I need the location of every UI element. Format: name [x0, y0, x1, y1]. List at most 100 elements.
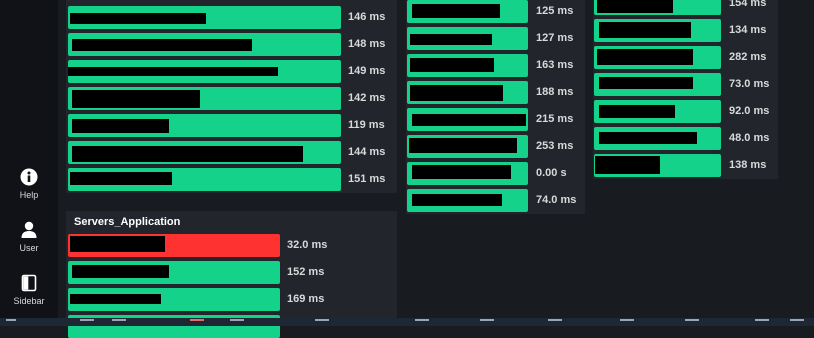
status-row[interactable]: 149 ms	[66, 60, 397, 83]
redacted-name	[410, 58, 494, 72]
taskbar-app-icon[interactable]	[80, 319, 94, 328]
os-taskbar	[0, 318, 814, 326]
status-row[interactable]: 148 ms	[66, 33, 397, 56]
status-row[interactable]: 92.0 ms	[593, 100, 778, 123]
status-row[interactable]: 74.0 ms	[406, 189, 585, 212]
latency-value: 151 ms	[348, 173, 386, 185]
redacted-name	[72, 119, 169, 133]
redacted-name	[410, 34, 492, 45]
taskbar-app-icon[interactable]	[685, 319, 699, 328]
latency-value: 32.0 ms	[287, 239, 328, 251]
latency-value: 142 ms	[348, 92, 386, 104]
panel-title: Servers_Application	[74, 216, 181, 228]
left-sidebar: Help User Sidebar	[0, 0, 58, 318]
servers-application-panel: Servers_Application 32.0 ms 152 ms 169 m…	[66, 211, 397, 338]
redacted-name	[72, 90, 200, 108]
redacted-name	[70, 294, 161, 304]
latency-value: 149 ms	[348, 65, 386, 77]
taskbar-app-icon[interactable]	[755, 319, 769, 328]
status-row[interactable]: 163 ms	[406, 54, 585, 77]
redacted-name	[72, 39, 252, 51]
latency-value: 282 ms	[729, 51, 767, 63]
status-row[interactable]: 144 ms	[66, 141, 397, 164]
taskbar-app-icon[interactable]	[415, 319, 429, 328]
latency-value: 92.0 ms	[729, 105, 770, 117]
status-row[interactable]: 119 ms	[66, 114, 397, 137]
status-row[interactable]: 152 ms	[66, 261, 397, 284]
redacted-name	[412, 165, 511, 179]
status-row[interactable]: 142 ms	[66, 87, 397, 110]
latency-value: 73.0 ms	[729, 78, 770, 90]
redacted-name	[599, 22, 691, 38]
latency-value: 215 ms	[536, 113, 574, 125]
status-row[interactable]: 138 ms	[593, 154, 778, 177]
latency-value: 144 ms	[348, 146, 386, 158]
latency-value: 152 ms	[287, 266, 325, 278]
redacted-name	[595, 156, 660, 174]
latency-value: 119 ms	[348, 119, 385, 131]
latency-value: 148 ms	[348, 38, 386, 50]
latency-value: 154 ms	[729, 0, 767, 9]
info-icon	[20, 168, 38, 186]
latency-value: 138 ms	[729, 159, 767, 171]
taskbar-app-icon[interactable]	[790, 319, 804, 328]
taskbar-app-icon[interactable]	[548, 319, 562, 328]
help-nav-item[interactable]: Help	[0, 168, 58, 200]
latency-value: 253 ms	[536, 140, 574, 152]
status-panel-col1: 146 ms 148 ms 149 ms 142 ms 119 ms 144 m…	[66, 0, 397, 193]
status-row[interactable]: 154 ms	[593, 0, 778, 15]
status-row[interactable]: 188 ms	[406, 81, 585, 104]
redacted-name	[70, 236, 165, 252]
latency-value: 134 ms	[729, 24, 767, 36]
latency-value: 48.0 ms	[729, 132, 770, 144]
status-panel-col3: 154 ms 134 ms 282 ms 73.0 ms 92.0 ms 48.…	[593, 0, 778, 179]
taskbar-app-icon[interactable]	[112, 319, 126, 328]
status-row[interactable]: 169 ms	[66, 288, 397, 311]
user-nav-item[interactable]: User	[0, 221, 58, 253]
latency-value: 74.0 ms	[536, 194, 577, 206]
latency-value: 0.00 s	[536, 167, 567, 179]
redacted-name	[599, 77, 693, 89]
taskbar-app-icon[interactable]	[480, 319, 494, 328]
taskbar-app-icon[interactable]	[230, 319, 244, 328]
latency-value: 146 ms	[348, 11, 386, 23]
status-row[interactable]: 32.0 ms	[66, 234, 397, 257]
taskbar-app-icon[interactable]	[315, 319, 329, 328]
windows-start-icon[interactable]	[6, 319, 16, 328]
redacted-name	[70, 172, 172, 185]
status-row[interactable]: 127 ms	[406, 27, 585, 50]
status-row[interactable]: 125 ms	[406, 0, 585, 23]
status-panel-col2: 125 ms 127 ms 163 ms 188 ms 215 ms 253 m…	[406, 0, 585, 214]
redacted-name	[412, 114, 526, 126]
redacted-name	[597, 49, 693, 65]
status-row[interactable]: 134 ms	[593, 19, 778, 42]
status-row[interactable]: 215 ms	[406, 108, 585, 131]
latency-value: 125 ms	[536, 5, 574, 17]
taskbar-app-icon[interactable]	[190, 319, 204, 328]
latency-value: 169 ms	[287, 293, 325, 305]
sidebar-toggle-nav-item[interactable]: Sidebar	[0, 274, 58, 306]
redacted-name	[412, 4, 500, 18]
redacted-name	[412, 194, 502, 206]
sidebar-label: Sidebar	[13, 296, 45, 306]
latency-value: 163 ms	[536, 59, 574, 71]
latency-value: 127 ms	[536, 32, 574, 44]
status-row[interactable]: 151 ms	[66, 168, 397, 191]
redacted-name	[72, 265, 169, 278]
status-row[interactable]: 73.0 ms	[593, 73, 778, 96]
status-row[interactable]: 282 ms	[593, 46, 778, 69]
sidebar-toggle-icon	[21, 274, 37, 292]
user-icon	[21, 221, 37, 238]
taskbar-app-icon[interactable]	[620, 319, 634, 328]
status-row[interactable]: 253 ms	[406, 135, 585, 158]
redacted-name	[72, 146, 303, 162]
redacted-name	[599, 105, 675, 118]
redacted-name	[70, 13, 206, 24]
help-label: Help	[19, 190, 39, 200]
redacted-name	[597, 0, 673, 13]
status-row[interactable]: 0.00 s	[406, 162, 585, 185]
redacted-name	[68, 67, 278, 76]
status-row[interactable]: 48.0 ms	[593, 127, 778, 150]
status-row[interactable]: 146 ms	[66, 6, 397, 29]
redacted-name	[409, 138, 517, 153]
